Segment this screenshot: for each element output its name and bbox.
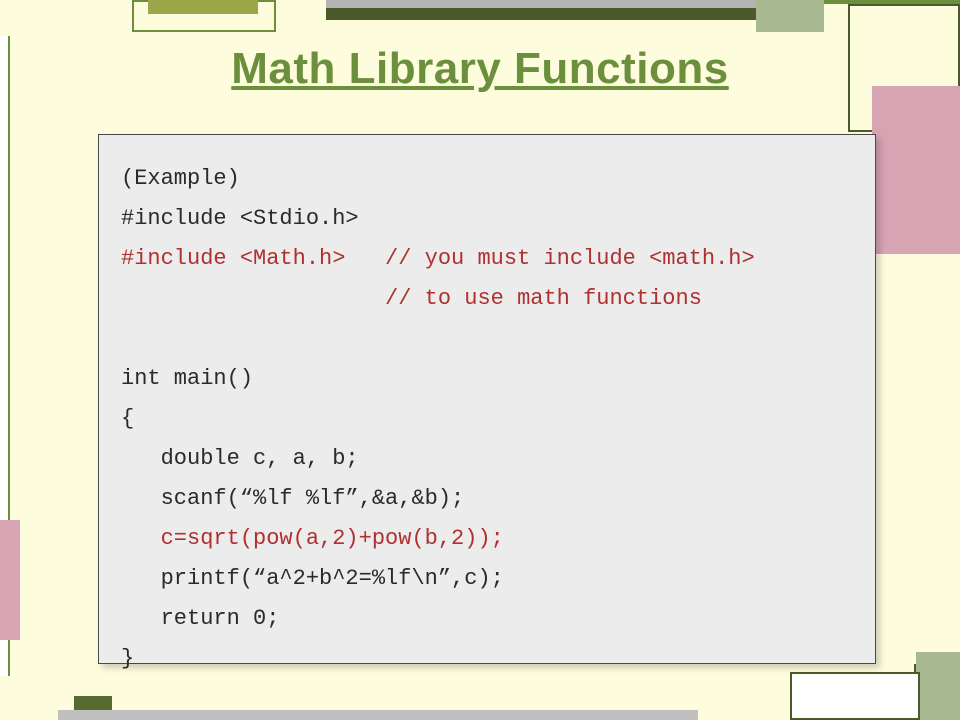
slide-title: Math Library Functions bbox=[0, 44, 960, 94]
decor-bottom-right-sage bbox=[916, 652, 960, 720]
code-line: } bbox=[121, 639, 853, 679]
decor-top-sage bbox=[756, 0, 824, 32]
decor-bottom-gray bbox=[58, 710, 698, 720]
decor-right-pink bbox=[872, 86, 960, 254]
decor-top-olive bbox=[148, 0, 258, 14]
decor-bottom-dark bbox=[74, 696, 112, 710]
code-line: scanf(“%lf %lf”,&a,&b); bbox=[121, 479, 853, 519]
code-line: int main() bbox=[121, 359, 853, 399]
decor-left-pink bbox=[0, 520, 20, 640]
code-line: return 0; bbox=[121, 599, 853, 639]
decor-top-gray bbox=[326, 0, 758, 8]
decor-bottom-right-box bbox=[790, 672, 920, 720]
code-line: double c, a, b; bbox=[121, 439, 853, 479]
code-example-box: (Example)#include <Stdio.h>#include <Mat… bbox=[98, 134, 876, 664]
code-line: printf(“a^2+b^2=%lf\n”,c); bbox=[121, 559, 853, 599]
code-line: #include <Stdio.h> bbox=[121, 199, 853, 239]
slide-canvas: Math Library Functions (Example)#include… bbox=[0, 0, 960, 720]
code-segment: // you must include <math.h> bbox=[385, 246, 755, 271]
code-line: #include <Math.h> // you must include <m… bbox=[121, 239, 853, 279]
code-line: // to use math functions bbox=[121, 279, 853, 319]
decor-top-dark bbox=[326, 8, 758, 20]
code-line: (Example) bbox=[121, 159, 853, 199]
code-segment: #include <Math.h> bbox=[121, 246, 385, 271]
code-line: { bbox=[121, 399, 853, 439]
code-segment: // to use math functions bbox=[121, 286, 702, 311]
code-line: c=sqrt(pow(a,2)+pow(b,2)); bbox=[121, 519, 853, 559]
code-line bbox=[121, 319, 853, 359]
